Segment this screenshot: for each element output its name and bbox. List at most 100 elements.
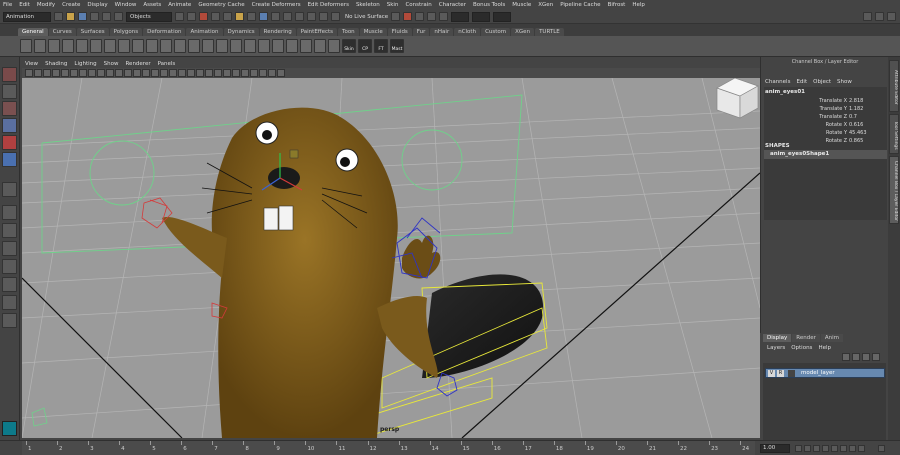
lasso-tool-icon[interactable] bbox=[2, 84, 17, 99]
shelf-tool-21[interactable] bbox=[300, 39, 312, 53]
shelf-tab-ncloth[interactable]: nCloth bbox=[454, 28, 481, 36]
shelf-tool-7[interactable] bbox=[104, 39, 116, 53]
shelf-tab-nhair[interactable]: nHair bbox=[430, 28, 454, 36]
shadows-icon[interactable] bbox=[223, 69, 231, 77]
lock-selection-icon[interactable] bbox=[271, 12, 280, 21]
menu-create-deformers[interactable]: Create Deformers bbox=[252, 2, 301, 8]
shelf-mast-button[interactable]: Mast bbox=[390, 39, 404, 53]
camera-attributes-icon[interactable] bbox=[43, 69, 51, 77]
select-tool-icon[interactable] bbox=[2, 67, 17, 82]
layer-playback-toggle[interactable]: R bbox=[777, 370, 784, 377]
layout-single-icon[interactable] bbox=[2, 205, 17, 220]
menu-constrain[interactable]: Constrain bbox=[405, 2, 431, 8]
menu-edit-deformers[interactable]: Edit Deformers bbox=[308, 2, 349, 8]
select-by-handle-icon[interactable] bbox=[175, 12, 184, 21]
menu-set-dropdown[interactable]: Animation bbox=[3, 11, 51, 22]
lock-camera-icon[interactable] bbox=[34, 69, 42, 77]
render-settings-icon[interactable] bbox=[427, 12, 437, 21]
shelf-tab-surfaces[interactable]: Surfaces bbox=[76, 28, 109, 36]
attr-rotate-y[interactable]: Rotate Y 45.463 bbox=[764, 130, 887, 138]
undo-icon[interactable] bbox=[90, 12, 99, 21]
depth-of-field-icon[interactable] bbox=[259, 69, 267, 77]
grid-toggle-icon[interactable] bbox=[88, 69, 96, 77]
anti-aliasing-icon[interactable] bbox=[250, 69, 258, 77]
image-plane-icon[interactable] bbox=[61, 69, 69, 77]
shelf-tool-5[interactable] bbox=[76, 39, 88, 53]
step-back-key-icon[interactable] bbox=[804, 445, 811, 452]
snap-grid-icon[interactable] bbox=[283, 12, 292, 21]
safe-title-icon[interactable] bbox=[142, 69, 150, 77]
bookmarks-icon[interactable] bbox=[52, 69, 60, 77]
gate-mask-icon[interactable] bbox=[115, 69, 123, 77]
shelf-tool-10[interactable] bbox=[146, 39, 158, 53]
shelf-tab-toon[interactable]: Toon bbox=[338, 28, 359, 36]
shelf-tool-22[interactable] bbox=[314, 39, 326, 53]
menu-show[interactable]: Show bbox=[837, 79, 852, 85]
tab-display[interactable]: Display bbox=[763, 334, 792, 342]
ipr-render-icon[interactable] bbox=[415, 12, 425, 21]
step-forward-key-icon[interactable] bbox=[849, 445, 856, 452]
panel-menu-panels[interactable]: Panels bbox=[158, 61, 176, 67]
perspective-viewport[interactable]: persp bbox=[22, 78, 760, 438]
menu-muscle[interactable]: Muscle bbox=[512, 2, 531, 8]
timeline-track[interactable]: 1 2 3 4 5 6 7 8 9 10 11 12 13 14 15 16 17 18 19 20 21 22 23 24 bbox=[22, 441, 755, 455]
go-to-end-icon[interactable] bbox=[858, 445, 865, 452]
menu-xgen[interactable]: XGen bbox=[538, 2, 553, 8]
selected-node-name[interactable]: anim_eyes01 bbox=[765, 89, 805, 95]
shelf-tool-2[interactable] bbox=[34, 39, 46, 53]
shelf-tab-rendering[interactable]: Rendering bbox=[259, 28, 296, 36]
menu-edit[interactable]: Edit bbox=[19, 2, 30, 8]
shelf-tab-fluids[interactable]: Fluids bbox=[387, 28, 412, 36]
menu-character[interactable]: Character bbox=[439, 2, 466, 8]
shelf-tool-18[interactable] bbox=[258, 39, 270, 53]
input-field-3[interactable] bbox=[493, 11, 512, 22]
tool-settings-toggle-icon[interactable] bbox=[875, 12, 884, 21]
shelf-tool-13[interactable] bbox=[188, 39, 200, 53]
tool-settings-tab[interactable]: Tool Settings bbox=[889, 114, 899, 154]
rotate-tool-icon[interactable] bbox=[2, 135, 17, 150]
hypershade-icon[interactable] bbox=[439, 12, 449, 21]
xray-active-icon[interactable] bbox=[277, 69, 285, 77]
channel-box-layer-editor-tab[interactable]: Channel Box / Layer Editor bbox=[889, 156, 899, 224]
shelf-tab-deformation[interactable]: Deformation bbox=[143, 28, 186, 36]
scale-tool-icon[interactable] bbox=[2, 152, 17, 167]
input-field-1[interactable] bbox=[451, 11, 470, 22]
smooth-shade-icon[interactable] bbox=[160, 69, 168, 77]
attr-translate-z[interactable]: Translate Z 0.7 bbox=[764, 114, 887, 122]
shelf-tab-turtle[interactable]: TURTLE bbox=[535, 28, 564, 36]
menu-skeleton[interactable]: Skeleton bbox=[356, 2, 380, 8]
grease-pencil-icon[interactable] bbox=[79, 69, 87, 77]
motion-blur-icon[interactable] bbox=[241, 69, 249, 77]
move-layer-up-icon[interactable] bbox=[842, 353, 850, 361]
shelf-tool-20[interactable] bbox=[286, 39, 298, 53]
shelf-tool-4[interactable] bbox=[62, 39, 74, 53]
xray-joints-icon[interactable] bbox=[196, 69, 204, 77]
layout-persp-outliner-icon[interactable] bbox=[2, 277, 17, 292]
current-time-field[interactable]: 1.00 bbox=[760, 444, 790, 453]
snap-view-plane-icon[interactable] bbox=[319, 12, 328, 21]
layer-visibility-toggle[interactable]: V bbox=[768, 370, 775, 377]
shelf-tab-painteffects[interactable]: PaintEffects bbox=[296, 28, 338, 36]
shelf-tab-general[interactable]: General bbox=[18, 28, 48, 36]
default-material-icon[interactable] bbox=[169, 69, 177, 77]
shelf-tab-fur[interactable]: Fur bbox=[412, 28, 430, 36]
menu-display[interactable]: Display bbox=[87, 2, 107, 8]
select-by-surface-icon[interactable] bbox=[211, 12, 220, 21]
menu-animate[interactable]: Animate bbox=[168, 2, 191, 8]
xray-icon[interactable] bbox=[187, 69, 195, 77]
menu-edit[interactable]: Edit bbox=[796, 79, 807, 85]
snap-curve-icon[interactable] bbox=[295, 12, 304, 21]
open-scene-icon[interactable] bbox=[66, 12, 75, 21]
snap-point-icon[interactable] bbox=[307, 12, 316, 21]
textured-icon[interactable] bbox=[205, 69, 213, 77]
menu-window[interactable]: Window bbox=[115, 2, 137, 8]
make-live-icon[interactable] bbox=[331, 12, 340, 21]
layer-name[interactable]: model_layer bbox=[801, 370, 835, 376]
shelf-tool-17[interactable] bbox=[244, 39, 256, 53]
select-by-joint-icon[interactable] bbox=[187, 12, 196, 21]
selection-mode-field[interactable]: Objects bbox=[126, 11, 172, 22]
select-by-deformer-icon[interactable] bbox=[223, 12, 232, 21]
shelf-tab-xgen[interactable]: XGen bbox=[511, 28, 535, 36]
safe-action-icon[interactable] bbox=[133, 69, 141, 77]
shelf-tab-curves[interactable]: Curves bbox=[48, 28, 76, 36]
